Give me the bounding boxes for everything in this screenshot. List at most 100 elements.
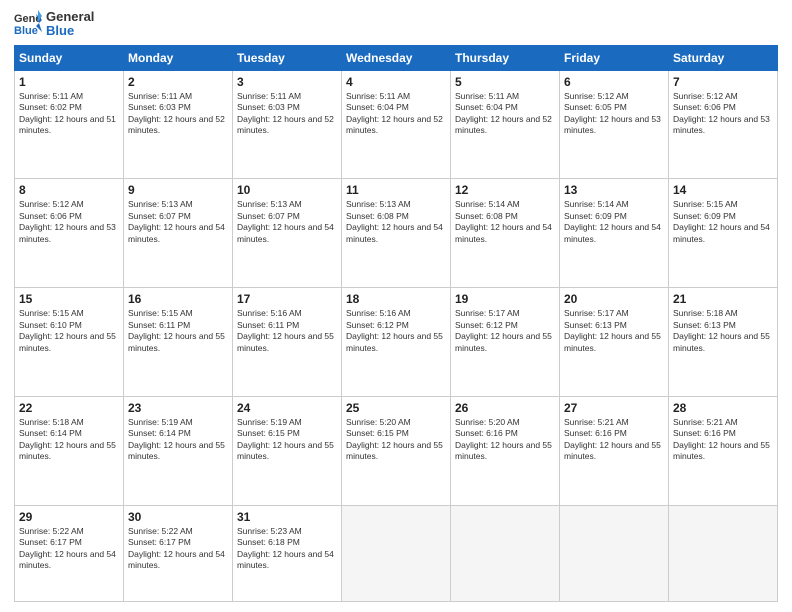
calendar-day-cell: 5 Sunrise: 5:11 AMSunset: 6:04 PMDaylight…: [451, 70, 560, 179]
calendar-day-cell: 15 Sunrise: 5:15 AMSunset: 6:10 PMDayligh…: [15, 288, 124, 397]
day-info: Sunrise: 5:11 AMSunset: 6:03 PMDaylight:…: [128, 91, 228, 137]
day-info: Sunrise: 5:20 AMSunset: 6:16 PMDaylight:…: [455, 417, 555, 463]
day-info: Sunrise: 5:17 AMSunset: 6:13 PMDaylight:…: [564, 308, 664, 354]
col-header-wednesday: Wednesday: [342, 45, 451, 70]
calendar-day-cell: 18 Sunrise: 5:16 AMSunset: 6:12 PMDayligh…: [342, 288, 451, 397]
day-info: Sunrise: 5:13 AMSunset: 6:07 PMDaylight:…: [128, 199, 228, 245]
day-number: 2: [128, 75, 228, 89]
day-number: 26: [455, 401, 555, 415]
day-number: 18: [346, 292, 446, 306]
calendar-day-cell: 21Sunrise: 5:18 AMSunset: 6:13 PMDayligh…: [669, 288, 778, 397]
page-container: General Blue General Blue SundayMondayTu…: [0, 0, 792, 612]
logo: General Blue General Blue: [14, 10, 94, 39]
day-info: Sunrise: 5:23 AMSunset: 6:18 PMDaylight:…: [237, 526, 337, 572]
logo-general: General: [46, 10, 94, 24]
col-header-tuesday: Tuesday: [233, 45, 342, 70]
calendar-day-cell: 19 Sunrise: 5:17 AMSunset: 6:12 PMDayligh…: [451, 288, 560, 397]
day-number: 14: [673, 183, 773, 197]
calendar-day-cell: [342, 505, 451, 601]
calendar-day-cell: 26 Sunrise: 5:20 AMSunset: 6:16 PMDayligh…: [451, 396, 560, 505]
day-info: Sunrise: 5:20 AMSunset: 6:15 PMDaylight:…: [346, 417, 446, 463]
day-info: Sunrise: 5:19 AMSunset: 6:15 PMDaylight:…: [237, 417, 337, 463]
calendar-day-cell: 30 Sunrise: 5:22 AMSunset: 6:17 PMDayligh…: [124, 505, 233, 601]
calendar-week-row: 22 Sunrise: 5:18 AMSunset: 6:14 PMDayligh…: [15, 396, 778, 505]
calendar-day-cell: 9 Sunrise: 5:13 AMSunset: 6:07 PMDaylight…: [124, 179, 233, 288]
day-info: Sunrise: 5:16 AMSunset: 6:11 PMDaylight:…: [237, 308, 337, 354]
calendar-day-cell: 23Sunrise: 5:19 AMSunset: 6:14 PMDayligh…: [124, 396, 233, 505]
day-number: 21: [673, 292, 773, 306]
calendar-week-row: 8Sunrise: 5:12 AMSunset: 6:06 PMDaylight…: [15, 179, 778, 288]
col-header-saturday: Saturday: [669, 45, 778, 70]
day-number: 1: [19, 75, 119, 89]
logo-text: General Blue: [46, 10, 94, 39]
svg-text:Blue: Blue: [14, 25, 38, 37]
calendar-day-cell: 3 Sunrise: 5:11 AMSunset: 6:03 PMDaylight…: [233, 70, 342, 179]
day-number: 5: [455, 75, 555, 89]
day-info: Sunrise: 5:14 AMSunset: 6:08 PMDaylight:…: [455, 199, 555, 245]
calendar-day-cell: 20Sunrise: 5:17 AMSunset: 6:13 PMDayligh…: [560, 288, 669, 397]
calendar-table: SundayMondayTuesdayWednesdayThursdayFrid…: [14, 45, 778, 602]
calendar-day-cell: 1 Sunrise: 5:11 AMSunset: 6:02 PMDaylight…: [15, 70, 124, 179]
calendar-day-cell: 13 Sunrise: 5:14 AMSunset: 6:09 PMDayligh…: [560, 179, 669, 288]
day-number: 31: [237, 510, 337, 524]
day-info: Sunrise: 5:11 AMSunset: 6:02 PMDaylight:…: [19, 91, 119, 137]
day-number: 4: [346, 75, 446, 89]
calendar-day-cell: 7 Sunrise: 5:12 AMSunset: 6:06 PMDaylight…: [669, 70, 778, 179]
calendar-day-cell: 11Sunrise: 5:13 AMSunset: 6:08 PMDayligh…: [342, 179, 451, 288]
day-number: 19: [455, 292, 555, 306]
calendar-day-cell: 4 Sunrise: 5:11 AMSunset: 6:04 PMDaylight…: [342, 70, 451, 179]
col-header-friday: Friday: [560, 45, 669, 70]
day-number: 17: [237, 292, 337, 306]
day-info: Sunrise: 5:12 AMSunset: 6:06 PMDaylight:…: [19, 199, 119, 245]
day-number: 6: [564, 75, 664, 89]
day-info: Sunrise: 5:13 AMSunset: 6:07 PMDaylight:…: [237, 199, 337, 245]
day-info: Sunrise: 5:16 AMSunset: 6:12 PMDaylight:…: [346, 308, 446, 354]
day-info: Sunrise: 5:15 AMSunset: 6:11 PMDaylight:…: [128, 308, 228, 354]
day-info: Sunrise: 5:18 AMSunset: 6:14 PMDaylight:…: [19, 417, 119, 463]
day-info: Sunrise: 5:14 AMSunset: 6:09 PMDaylight:…: [564, 199, 664, 245]
day-info: Sunrise: 5:11 AMSunset: 6:03 PMDaylight:…: [237, 91, 337, 137]
day-info: Sunrise: 5:22 AMSunset: 6:17 PMDaylight:…: [128, 526, 228, 572]
calendar-day-cell: [669, 505, 778, 601]
calendar-header-row: SundayMondayTuesdayWednesdayThursdayFrid…: [15, 45, 778, 70]
calendar-day-cell: 29Sunrise: 5:22 AMSunset: 6:17 PMDayligh…: [15, 505, 124, 601]
day-number: 22: [19, 401, 119, 415]
day-number: 3: [237, 75, 337, 89]
day-number: 15: [19, 292, 119, 306]
day-info: Sunrise: 5:12 AMSunset: 6:05 PMDaylight:…: [564, 91, 664, 137]
day-info: Sunrise: 5:21 AMSunset: 6:16 PMDaylight:…: [673, 417, 773, 463]
day-info: Sunrise: 5:15 AMSunset: 6:09 PMDaylight:…: [673, 199, 773, 245]
calendar-day-cell: 10 Sunrise: 5:13 AMSunset: 6:07 PMDayligh…: [233, 179, 342, 288]
day-number: 9: [128, 183, 228, 197]
day-number: 30: [128, 510, 228, 524]
calendar-day-cell: 6 Sunrise: 5:12 AMSunset: 6:05 PMDaylight…: [560, 70, 669, 179]
day-number: 28: [673, 401, 773, 415]
calendar-day-cell: 27Sunrise: 5:21 AMSunset: 6:16 PMDayligh…: [560, 396, 669, 505]
logo-blue: Blue: [46, 24, 94, 38]
day-info: Sunrise: 5:15 AMSunset: 6:10 PMDaylight:…: [19, 308, 119, 354]
col-header-monday: Monday: [124, 45, 233, 70]
col-header-thursday: Thursday: [451, 45, 560, 70]
calendar-day-cell: 31 Sunrise: 5:23 AMSunset: 6:18 PMDayligh…: [233, 505, 342, 601]
day-number: 29: [19, 510, 119, 524]
day-number: 16: [128, 292, 228, 306]
day-number: 13: [564, 183, 664, 197]
day-number: 24: [237, 401, 337, 415]
calendar-day-cell: 22 Sunrise: 5:18 AMSunset: 6:14 PMDayligh…: [15, 396, 124, 505]
calendar-week-row: 15 Sunrise: 5:15 AMSunset: 6:10 PMDayligh…: [15, 288, 778, 397]
day-info: Sunrise: 5:11 AMSunset: 6:04 PMDaylight:…: [346, 91, 446, 137]
calendar-day-cell: 8Sunrise: 5:12 AMSunset: 6:06 PMDaylight…: [15, 179, 124, 288]
calendar-day-cell: 12 Sunrise: 5:14 AMSunset: 6:08 PMDayligh…: [451, 179, 560, 288]
calendar-week-row: 29 Sunrise: 5:22 AMSunset: 6:17 PMDayligh…: [15, 505, 778, 601]
day-info: Sunrise: 5:11 AMSunset: 6:04 PMDaylight:…: [455, 91, 555, 137]
calendar-day-cell: 14 Sunrise: 5:15 AMSunset: 6:09 PMDayligh…: [669, 179, 778, 288]
calendar-day-cell: 17 Sunrise: 5:16 AMSunset: 6:11 PMDayligh…: [233, 288, 342, 397]
col-header-sunday: Sunday: [15, 45, 124, 70]
day-number: 10: [237, 183, 337, 197]
calendar-day-cell: [560, 505, 669, 601]
day-number: 7: [673, 75, 773, 89]
day-number: 12: [455, 183, 555, 197]
day-info: Sunrise: 5:17 AMSunset: 6:12 PMDaylight:…: [455, 308, 555, 354]
day-info: Sunrise: 5:12 AMSunset: 6:06 PMDaylight:…: [673, 91, 773, 137]
calendar-day-cell: 16 Sunrise: 5:15 AMSunset: 6:11 PMDayligh…: [124, 288, 233, 397]
